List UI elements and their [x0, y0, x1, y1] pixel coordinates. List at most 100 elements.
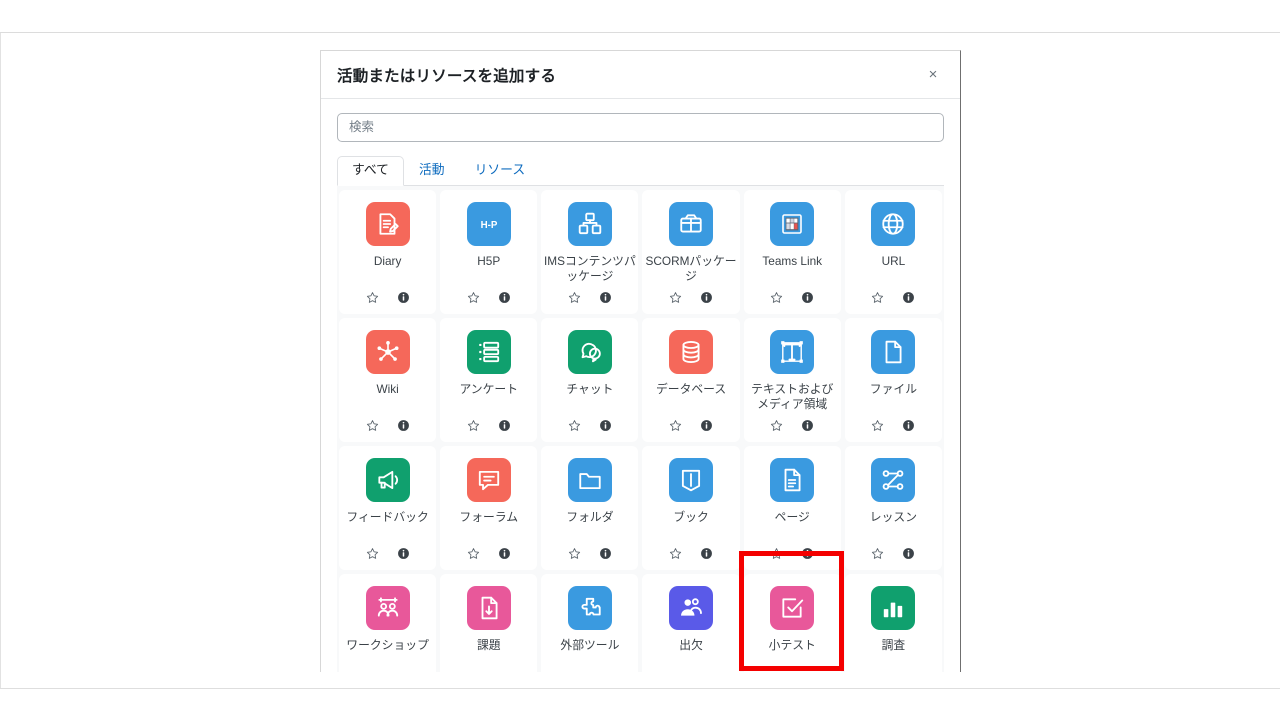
file-icon — [871, 329, 916, 374]
tab-resources[interactable]: リソース — [460, 156, 541, 186]
activity-card-actions — [366, 419, 410, 442]
activity-card[interactable]: テキストおよびメディア領域 — [743, 317, 841, 442]
info-circle-icon[interactable] — [700, 419, 713, 432]
assignment-icon — [466, 585, 511, 630]
search-input[interactable] — [337, 113, 944, 142]
survey-icon — [871, 585, 916, 630]
svg-text:H-P: H-P — [480, 219, 497, 230]
star-outline-icon[interactable] — [871, 291, 884, 304]
info-circle-icon[interactable] — [498, 291, 511, 304]
info-circle-icon[interactable] — [700, 291, 713, 304]
info-circle-icon[interactable] — [397, 291, 410, 304]
add-activity-modal: 活動またはリソースを追加する × すべて活動リソース Diary H-P H5P IM… — [320, 50, 961, 672]
activity-card-label: 小テスト — [768, 637, 816, 652]
activity-card-label: フィードバック — [346, 509, 429, 524]
star-outline-icon[interactable] — [871, 419, 884, 432]
activity-card-actions — [669, 547, 713, 570]
star-outline-icon[interactable] — [770, 291, 783, 304]
info-circle-icon[interactable] — [700, 547, 713, 560]
activity-card[interactable]: フォーラム — [440, 445, 538, 570]
activity-card[interactable]: ブック — [642, 445, 740, 570]
activity-card-actions — [568, 291, 612, 314]
info-circle-icon[interactable] — [902, 547, 915, 560]
close-icon[interactable]: × — [920, 62, 946, 88]
activity-card[interactable]: フォルダ — [541, 445, 639, 570]
star-outline-icon[interactable] — [669, 291, 682, 304]
info-circle-icon[interactable] — [902, 291, 915, 304]
page-icon — [770, 457, 815, 502]
url-globe-icon — [871, 201, 916, 246]
star-outline-icon[interactable] — [467, 419, 480, 432]
activity-card[interactable]: Wiki — [339, 317, 437, 442]
activity-card-actions — [669, 291, 713, 314]
activity-card[interactable]: Teams Link — [743, 189, 841, 314]
activity-card[interactable]: 出欠 — [642, 573, 740, 672]
star-outline-icon[interactable] — [366, 419, 379, 432]
activity-card-label: Teams Link — [762, 253, 823, 268]
info-circle-icon[interactable] — [902, 419, 915, 432]
activity-card[interactable]: 外部ツール — [541, 573, 639, 672]
activity-grid: Diary H-P H5P IMSコンテンツパッケージ SCORMパッケージ Teams … — [337, 186, 944, 672]
activity-card[interactable]: Diary — [339, 189, 437, 314]
star-outline-icon[interactable] — [770, 419, 783, 432]
activity-card-label: 課題 — [476, 637, 501, 652]
activity-card[interactable]: URL — [844, 189, 942, 314]
activity-card-label: チャット — [566, 381, 614, 396]
activity-card[interactable]: チャット — [541, 317, 639, 442]
activity-card-label: ブック — [673, 509, 709, 524]
h5p-icon: H-P — [466, 201, 511, 246]
activity-card[interactable]: 課題 — [440, 573, 538, 672]
tab-all[interactable]: すべて — [337, 155, 404, 186]
activity-card-actions — [770, 291, 814, 314]
page-frame-left-divider — [0, 33, 1, 688]
activity-card-label: 外部ツール — [560, 637, 620, 652]
info-circle-icon[interactable] — [397, 547, 410, 560]
info-circle-icon[interactable] — [599, 419, 612, 432]
activity-card[interactable]: フィードバック — [339, 445, 437, 570]
diary-icon — [365, 201, 410, 246]
star-outline-icon[interactable] — [568, 419, 581, 432]
info-circle-icon[interactable] — [599, 547, 612, 560]
star-outline-icon[interactable] — [770, 547, 783, 560]
info-circle-icon[interactable] — [801, 547, 814, 560]
star-outline-icon[interactable] — [871, 547, 884, 560]
info-circle-icon[interactable] — [397, 419, 410, 432]
star-outline-icon[interactable] — [467, 547, 480, 560]
modal-body: すべて活動リソース Diary H-P H5P IMSコンテンツパッケージ SCORMパ… — [321, 99, 960, 672]
activity-card[interactable]: アンケート — [440, 317, 538, 442]
activity-card[interactable]: データベース — [642, 317, 740, 442]
activity-card-label: 出欠 — [679, 637, 703, 652]
info-circle-icon[interactable] — [801, 419, 814, 432]
activity-card[interactable]: IMSコンテンツパッケージ — [541, 189, 639, 314]
folder-icon — [567, 457, 612, 502]
activity-card[interactable]: 調査 — [844, 573, 942, 672]
activity-card[interactable]: ファイル — [844, 317, 942, 442]
tab-activities[interactable]: 活動 — [404, 156, 460, 186]
activity-card[interactable]: ページ — [743, 445, 841, 570]
info-circle-icon[interactable] — [498, 419, 511, 432]
activity-chooser-scroll-area[interactable]: Diary H-P H5P IMSコンテンツパッケージ SCORMパッケージ Teams … — [337, 185, 944, 672]
star-outline-icon[interactable] — [467, 291, 480, 304]
activity-card[interactable]: レッスン — [844, 445, 942, 570]
activity-card-actions — [568, 419, 612, 442]
star-outline-icon[interactable] — [568, 291, 581, 304]
activity-card[interactable]: ワークショップ — [339, 573, 437, 672]
activity-card-label: テキストおよびメディア領域 — [751, 381, 834, 412]
star-outline-icon[interactable] — [669, 547, 682, 560]
info-circle-icon[interactable] — [498, 547, 511, 560]
star-outline-icon[interactable] — [669, 419, 682, 432]
activity-card[interactable]: 小テスト — [743, 573, 841, 672]
info-circle-icon[interactable] — [801, 291, 814, 304]
info-circle-icon[interactable] — [599, 291, 612, 304]
questionnaire-icon — [466, 329, 511, 374]
teams-link-icon — [770, 201, 815, 246]
book-icon — [669, 457, 714, 502]
activity-card-label: ワークショップ — [346, 637, 429, 652]
activity-card-label: URL — [881, 253, 906, 268]
activity-card[interactable]: H-P H5P — [440, 189, 538, 314]
star-outline-icon[interactable] — [366, 547, 379, 560]
star-outline-icon[interactable] — [568, 547, 581, 560]
activity-card-actions — [871, 419, 915, 442]
activity-card[interactable]: SCORMパッケージ — [642, 189, 740, 314]
star-outline-icon[interactable] — [366, 291, 379, 304]
